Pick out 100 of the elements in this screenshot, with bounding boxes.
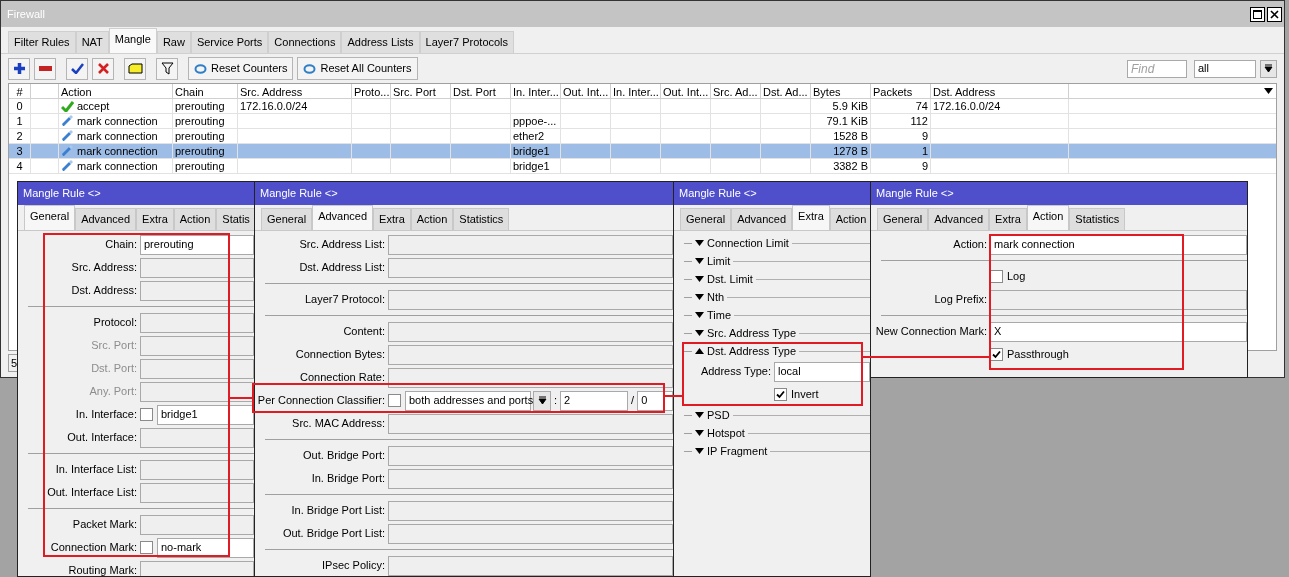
- checkbox[interactable]: [140, 541, 153, 554]
- tab[interactable]: Statistics: [1069, 208, 1126, 230]
- input-field[interactable]: [140, 514, 254, 535]
- tab[interactable]: Action: [173, 208, 217, 230]
- section-header[interactable]: Src. Address Type: [707, 324, 800, 342]
- tab[interactable]: Statis: [216, 208, 254, 230]
- filter-dropdown[interactable]: all: [1194, 59, 1256, 78]
- tab[interactable]: Raw: [156, 31, 191, 53]
- input-field[interactable]: [140, 381, 254, 402]
- add-button[interactable]: [8, 57, 30, 80]
- tab[interactable]: Advanced: [75, 208, 137, 230]
- close-button[interactable]: [1267, 6, 1282, 22]
- dropdown-button[interactable]: [1260, 59, 1277, 78]
- expand-arrow-icon[interactable]: [695, 294, 704, 300]
- input-field[interactable]: [140, 358, 254, 379]
- input-field[interactable]: [140, 280, 254, 301]
- tab[interactable]: NAT: [75, 31, 109, 53]
- maximize-button[interactable]: [1250, 6, 1265, 22]
- table-row[interactable]: 0 accept prerouting 172.16.0.0/24 5.9 KiB 74 172.16.0.0/24: [9, 99, 1276, 114]
- input-field[interactable]: [388, 523, 673, 544]
- input-field[interactable]: [140, 427, 254, 448]
- input-field[interactable]: [388, 468, 673, 489]
- search-field[interactable]: Find: [1127, 59, 1187, 78]
- column-header[interactable]: Dst. Ad...: [761, 84, 811, 98]
- tab[interactable]: Connections: [268, 31, 342, 53]
- input-field[interactable]: [140, 312, 254, 333]
- input-field[interactable]: mark connection: [990, 234, 1247, 255]
- expand-arrow-icon[interactable]: [695, 412, 704, 418]
- input-field[interactable]: [140, 335, 254, 356]
- checkbox[interactable]: [388, 394, 401, 407]
- input-field[interactable]: [140, 257, 254, 278]
- column-header[interactable]: In. Inter...: [611, 84, 661, 98]
- tab[interactable]: Address Lists: [341, 31, 420, 53]
- section-header[interactable]: IP Fragment: [707, 442, 771, 460]
- section-header[interactable]: Dst. Limit: [707, 270, 756, 288]
- column-header[interactable]: Proto...: [352, 84, 391, 98]
- remove-button[interactable]: [34, 57, 56, 80]
- expand-arrow-icon[interactable]: [695, 430, 704, 436]
- input-field[interactable]: [388, 367, 673, 388]
- expand-arrow-icon[interactable]: [695, 240, 704, 246]
- expand-arrow-icon[interactable]: [695, 312, 704, 318]
- input-field[interactable]: [388, 344, 673, 365]
- tab[interactable]: General: [877, 208, 929, 230]
- tab[interactable]: Service Ports: [190, 31, 269, 53]
- disable-button[interactable]: [92, 57, 114, 80]
- input-field[interactable]: [388, 289, 673, 310]
- section-header[interactable]: Limit: [707, 252, 734, 270]
- input-field[interactable]: X: [990, 321, 1247, 342]
- tab[interactable]: Action: [1026, 205, 1070, 230]
- input-field[interactable]: local: [774, 361, 870, 382]
- column-header[interactable]: Src. Ad...: [711, 84, 761, 98]
- table-row[interactable]: 4 mark connection prerouting bridge1 3382 B 9: [9, 159, 1276, 174]
- column-header[interactable]: Chain: [173, 84, 238, 98]
- checkbox[interactable]: [774, 388, 787, 401]
- table-row[interactable]: 3 mark connection prerouting bridge1 1278 B 1: [9, 144, 1276, 159]
- tab[interactable]: Mangle: [108, 28, 157, 53]
- section-header[interactable]: Dst. Address Type: [707, 342, 800, 360]
- tab[interactable]: General: [24, 205, 76, 230]
- collapse-arrow-icon[interactable]: [695, 348, 704, 354]
- column-header[interactable]: Out. Int...: [561, 84, 611, 98]
- input-field[interactable]: no-mark: [157, 537, 254, 558]
- input-field[interactable]: [388, 500, 673, 521]
- column-header[interactable]: Src. Port: [391, 84, 451, 98]
- dropdown-field[interactable]: both addresses and ports: [405, 390, 531, 411]
- tab[interactable]: Layer7 Protocols: [419, 31, 515, 53]
- checkbox[interactable]: [140, 408, 153, 421]
- column-header[interactable]: Bytes: [811, 84, 871, 98]
- expand-arrow-icon[interactable]: [695, 276, 704, 282]
- column-header[interactable]: Dst. Address: [931, 84, 1069, 98]
- column-header[interactable]: Src. Address: [238, 84, 352, 98]
- input-field[interactable]: [140, 560, 254, 576]
- input-field[interactable]: [388, 321, 673, 342]
- column-header[interactable]: Packets: [871, 84, 931, 98]
- table-row[interactable]: 2 mark connection prerouting ether2 1528 B 9: [9, 129, 1276, 144]
- tab[interactable]: Extra: [792, 205, 830, 230]
- section-header[interactable]: PSD: [707, 406, 733, 424]
- column-header[interactable]: Action: [59, 84, 173, 98]
- tab[interactable]: Filter Rules: [8, 31, 76, 53]
- column-header[interactable]: Out. Int...: [661, 84, 711, 98]
- dropdown-button[interactable]: [533, 390, 551, 411]
- column-header[interactable]: #: [9, 84, 31, 98]
- tab[interactable]: Advanced: [731, 208, 793, 230]
- tab[interactable]: Extra: [136, 208, 174, 230]
- tab[interactable]: Advanced: [928, 208, 990, 230]
- input-field[interactable]: prerouting: [140, 234, 254, 255]
- tab[interactable]: Extra: [989, 208, 1027, 230]
- input-field[interactable]: [140, 459, 254, 480]
- input-field[interactable]: [388, 234, 673, 255]
- input-field[interactable]: bridge1: [157, 404, 254, 425]
- input-field[interactable]: [388, 257, 673, 278]
- caret-icon[interactable]: [1264, 88, 1273, 94]
- input-field[interactable]: 2: [560, 390, 629, 411]
- tab[interactable]: Advanced: [312, 205, 374, 230]
- tab[interactable]: General: [261, 208, 313, 230]
- input-field[interactable]: [388, 445, 673, 466]
- input-field[interactable]: 0: [637, 390, 673, 411]
- comment-button[interactable]: [124, 57, 146, 80]
- input-field[interactable]: [388, 555, 673, 576]
- filter-button[interactable]: [156, 57, 178, 80]
- tab[interactable]: Extra: [373, 208, 411, 230]
